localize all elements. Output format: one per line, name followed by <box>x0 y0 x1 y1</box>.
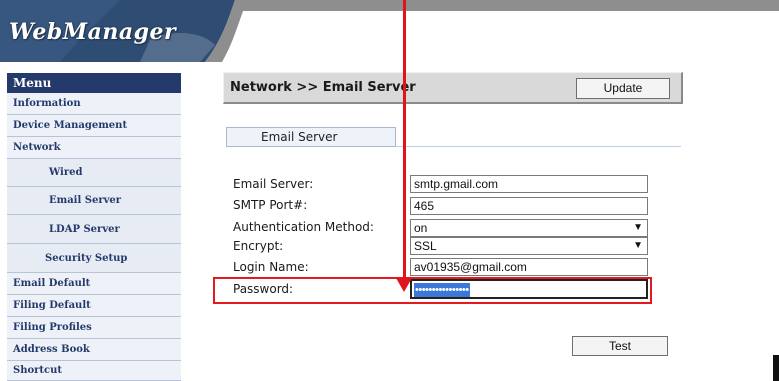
sidebar-item-filing-profiles[interactable]: Filing Profiles <box>7 317 181 339</box>
encrypt-value: SSL <box>414 239 437 253</box>
sidebar-item-device-management[interactable]: Device Management <box>7 115 181 137</box>
sidebar-item-label: Filing Default <box>13 300 91 311</box>
encrypt-label: Encrypt: <box>233 239 284 253</box>
sidebar-item-network[interactable]: Network <box>7 137 181 159</box>
auth-method-value: on <box>414 221 428 235</box>
sidebar-item-label: Security Setup <box>45 252 128 264</box>
smtp-port-input[interactable]: 465 <box>410 197 648 215</box>
annotation-highlight-box <box>213 277 652 304</box>
header-banner: WebManager <box>0 0 779 62</box>
login-name-input[interactable]: av01935@gmail.com <box>410 258 648 276</box>
login-name-label: Login Name: <box>233 260 309 274</box>
annotation-arrow-shaft <box>403 0 406 282</box>
sidebar-item-label: Email Default <box>13 278 91 289</box>
chevron-down-icon: ▼ <box>633 222 643 233</box>
sidebar-item-wired[interactable]: Wired <box>7 159 181 187</box>
sidebar-item-security-setup[interactable]: Security Setup <box>7 244 181 273</box>
tab-email-server[interactable]: Email Server <box>226 127 396 147</box>
edge-mark <box>773 355 779 381</box>
sidebar-item-label: Email Server <box>49 195 122 206</box>
page-title: Network >> Email Server <box>230 80 416 95</box>
sidebar-item-label: LDAP Server <box>49 223 120 235</box>
sidebar-item-label: Shortcut <box>13 365 63 376</box>
menu-title: Menu <box>7 73 181 93</box>
arrow-down-icon <box>396 278 412 292</box>
encrypt-select[interactable]: SSL ▼ <box>410 237 648 255</box>
auth-method-select[interactable]: on ▼ <box>410 219 648 237</box>
sidebar: Menu Information Device Management Netwo… <box>7 73 181 381</box>
sidebar-item-information[interactable]: Information <box>7 93 181 115</box>
chevron-down-icon: ▼ <box>633 240 643 251</box>
update-button[interactable]: Update <box>576 78 670 99</box>
logo: WebManager <box>9 19 177 45</box>
sidebar-item-address-book[interactable]: Address Book <box>7 339 181 361</box>
sidebar-item-label: Information <box>13 98 81 109</box>
sidebar-item-label: Wired <box>49 167 83 178</box>
sidebar-item-label: Address Book <box>13 344 90 355</box>
tab-divider-highlight <box>396 146 681 147</box>
sidebar-item-filing-default[interactable]: Filing Default <box>7 295 181 317</box>
smtp-port-label: SMTP Port#: <box>233 198 308 212</box>
sidebar-item-label: Device Management <box>13 120 128 131</box>
email-server-input[interactable]: smtp.gmail.com <box>410 175 648 193</box>
email-server-label: Email Server: <box>233 177 314 191</box>
sidebar-item-email-default[interactable]: Email Default <box>7 273 181 295</box>
auth-method-label: Authentication Method: <box>233 220 374 234</box>
sidebar-item-label: Filing Profiles <box>13 322 92 333</box>
sidebar-item-label: Network <box>13 142 61 153</box>
sidebar-item-ldap-server[interactable]: LDAP Server <box>7 215 181 244</box>
sidebar-item-shortcut[interactable]: Shortcut <box>7 361 181 381</box>
test-button[interactable]: Test <box>572 336 668 356</box>
sidebar-item-email-server[interactable]: Email Server <box>7 187 181 215</box>
